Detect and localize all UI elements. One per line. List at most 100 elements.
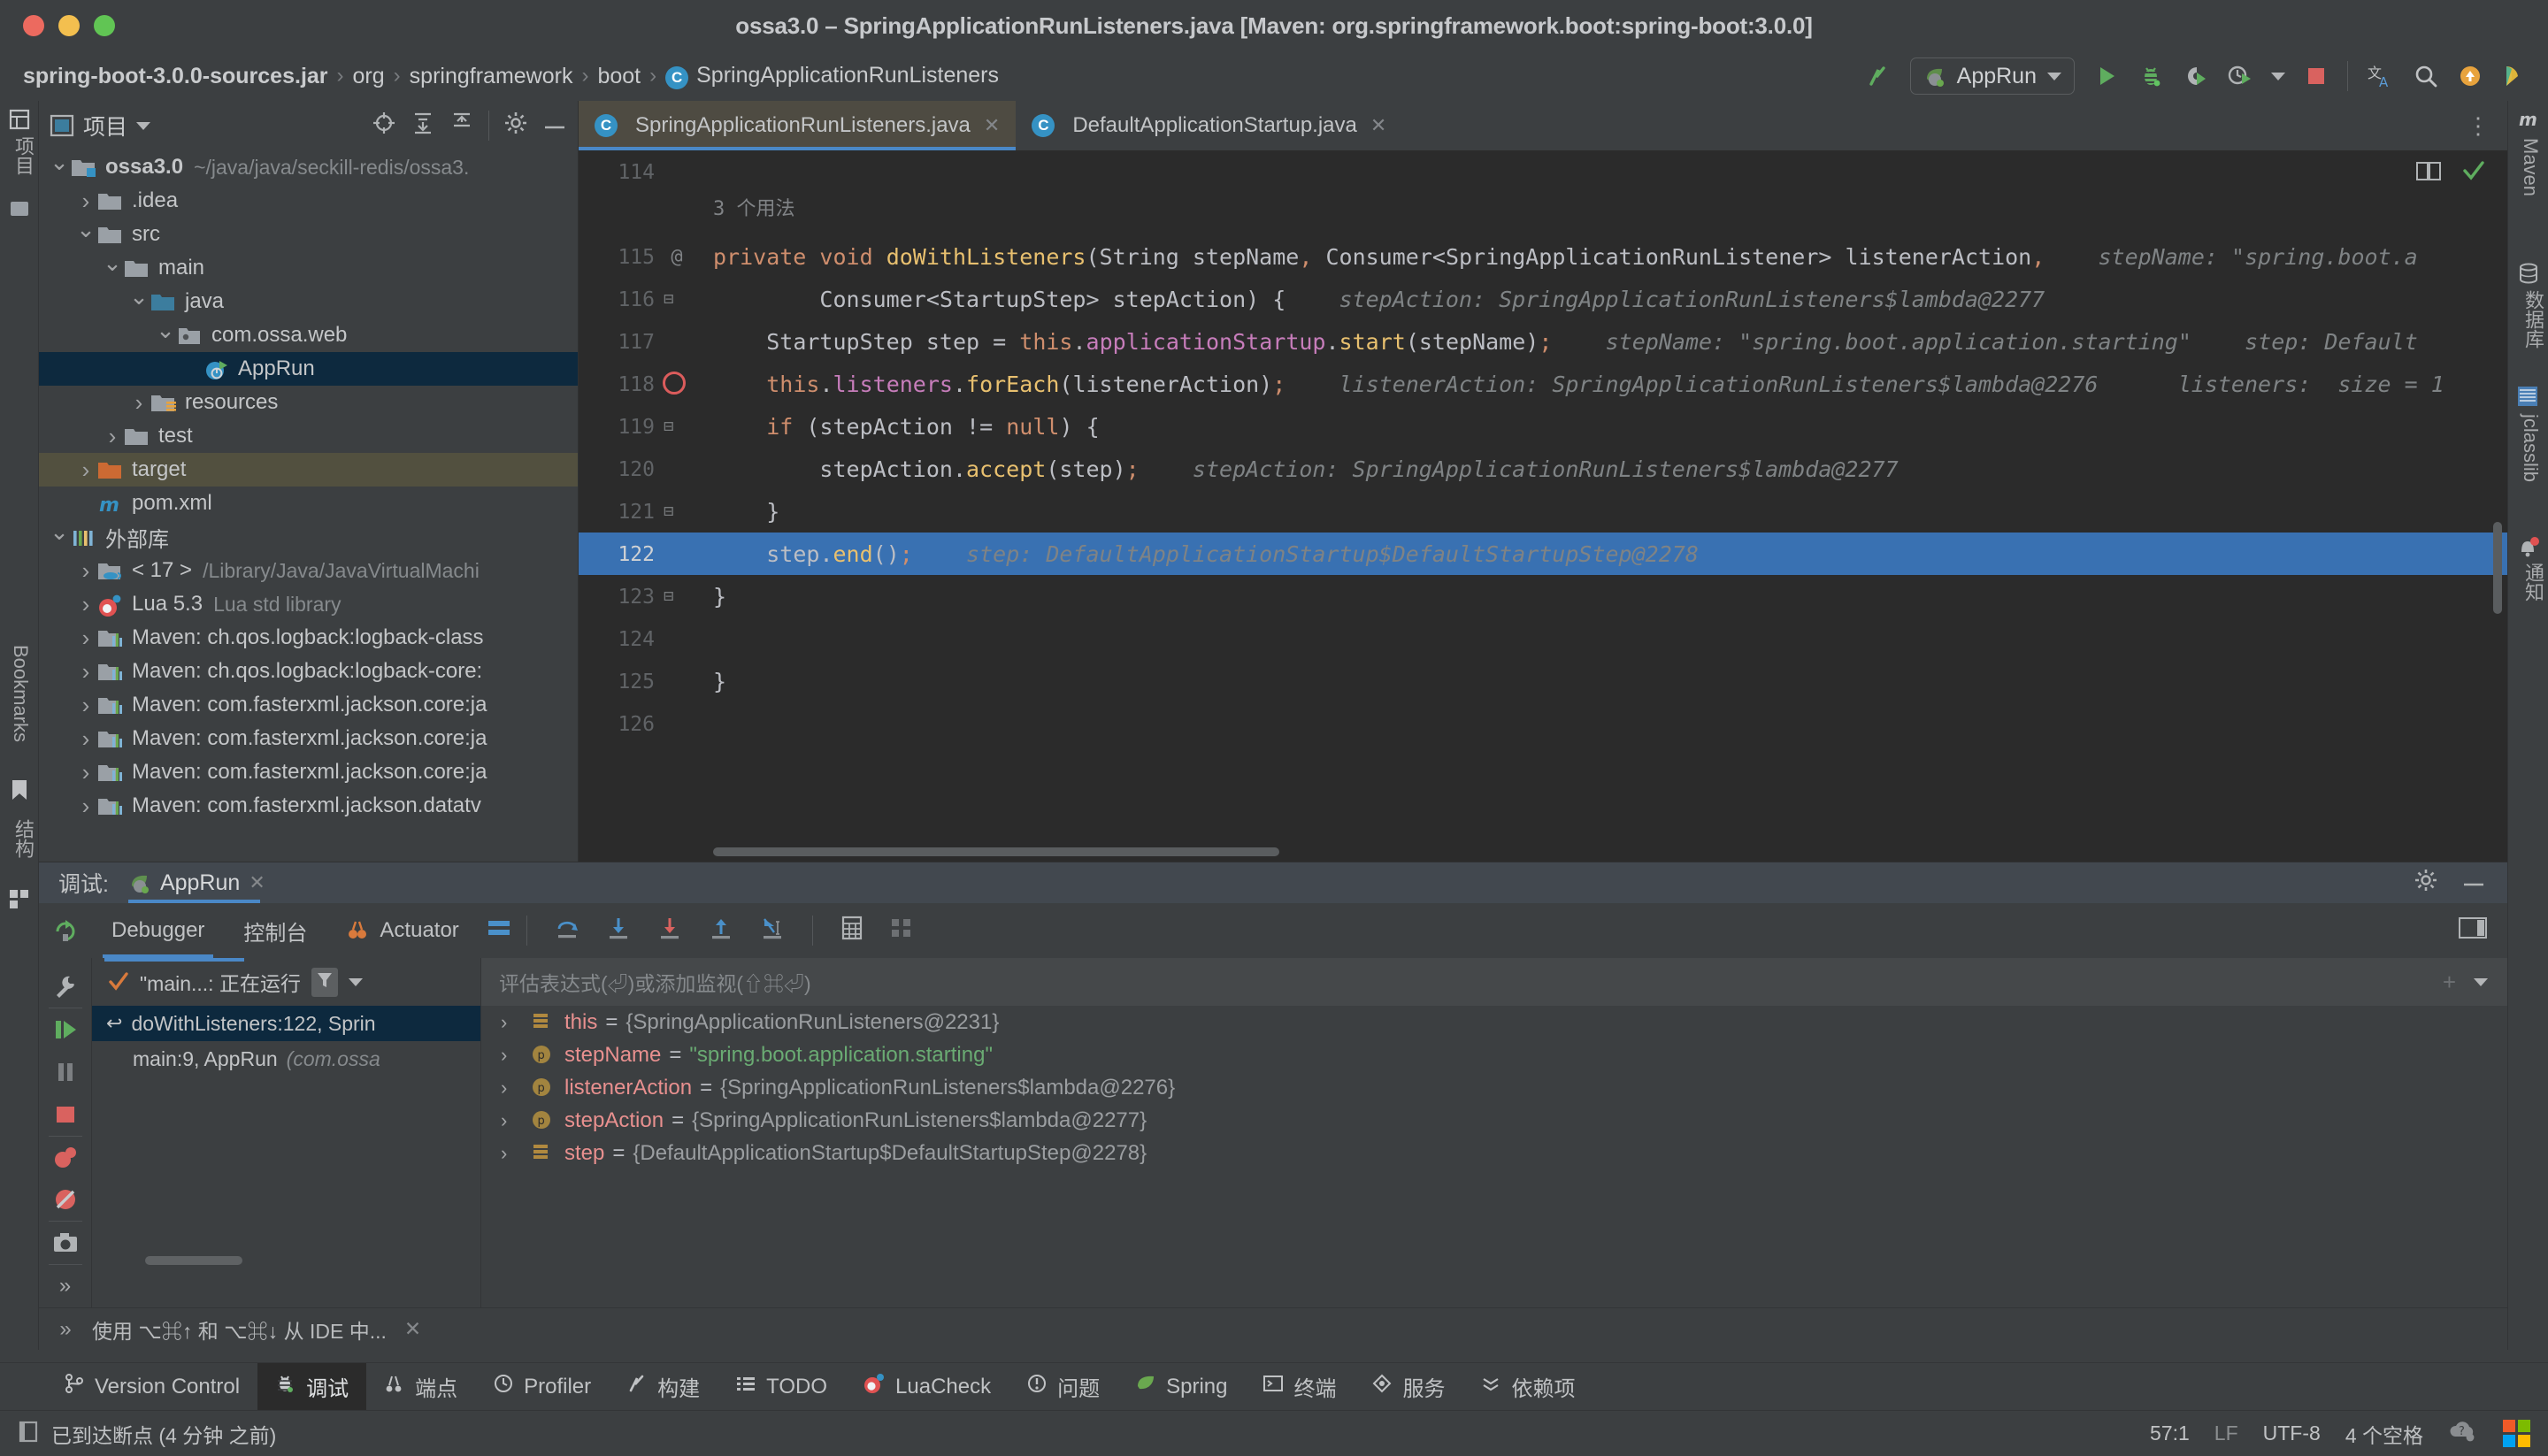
run-to-cursor-icon[interactable] [759, 915, 786, 947]
tree-item-lua-5-3[interactable]: Lua 5.3 Lua std library [39, 587, 578, 621]
close-icon[interactable]: ✕ [1370, 114, 1386, 137]
collapse-all-icon[interactable] [449, 111, 474, 142]
rail-label-database[interactable]: 数据库 [2519, 290, 2547, 349]
settings-gear-icon[interactable] [2414, 868, 2438, 899]
frame-row[interactable]: ↩ doWithListeners:122, Sprin [92, 1006, 480, 1041]
code-line-119[interactable]: 119 ⊟ if (stepAction != null) { [579, 405, 2507, 448]
tree-item-maven-com-fasterxml-jackson-core-ja[interactable]: Maven: com.fasterxml.jackson.core:ja [39, 688, 578, 722]
maven-icon[interactable]: m [2517, 108, 2540, 137]
line-number[interactable]: 120 [579, 458, 655, 481]
rail-label-notifications[interactable]: 通知 [2519, 563, 2547, 602]
run-with-coverage-button[interactable] [2183, 64, 2207, 88]
fold-marker-icon[interactable]: ⊟ [664, 289, 673, 309]
line-number[interactable]: 123 [579, 586, 655, 609]
chevron-right-icon[interactable] [74, 725, 97, 753]
breadcrumb-item-springframework[interactable]: springframework [401, 64, 582, 89]
chevron-right-icon[interactable]: › [501, 1142, 527, 1165]
chevron-right-icon[interactable] [101, 423, 124, 450]
more-actions-icon[interactable]: » [39, 1265, 92, 1307]
code-line-118[interactable]: 118 this.listeners.forEach(listenerActio… [579, 363, 2507, 405]
line-number[interactable]: 119 [579, 416, 655, 439]
expand-all-icon[interactable] [411, 111, 435, 142]
chevron-right-icon[interactable] [74, 188, 97, 215]
bottom-tab--[interactable]: 构建 [609, 1363, 718, 1411]
editor-vertical-scrollbar[interactable] [2493, 522, 2502, 614]
close-icon[interactable]: ✕ [249, 871, 265, 894]
line-separator[interactable]: LF [2214, 1422, 2238, 1445]
bottom-tab--[interactable]: 问题 [1009, 1363, 1117, 1411]
line-number[interactable]: 116 [579, 288, 655, 311]
code-editor[interactable]: 114 3 个用法 115 @ private void doWithListeners… [579, 150, 2507, 862]
step-over-icon[interactable] [554, 915, 580, 947]
select-opened-file-icon[interactable] [372, 111, 396, 142]
line-number[interactable]: 117 [579, 331, 655, 354]
tree-item-maven-com-fasterxml-jackson-core-ja[interactable]: Maven: com.fasterxml.jackson.core:ja [39, 722, 578, 755]
chevron-right-icon[interactable] [74, 456, 97, 484]
stop-icon[interactable] [39, 1093, 92, 1136]
breadcrumb-item-boot[interactable]: boot [588, 64, 649, 89]
chevron-down-icon[interactable] [154, 322, 177, 349]
override-marker-icon[interactable]: @ [664, 246, 690, 268]
tree-item-maven-ch-qos-logback-logback-core-[interactable]: Maven: ch.qos.logback:logback-core: [39, 655, 578, 688]
pause-icon[interactable] [39, 1051, 92, 1093]
breakpoint-icon[interactable] [663, 372, 686, 395]
variable-row[interactable]: › step = {DefaultApplicationStartup$Default… [481, 1137, 2507, 1169]
chevron-right-icon[interactable]: › [501, 1044, 527, 1067]
frames-horizontal-scrollbar[interactable] [145, 1256, 242, 1265]
variable-row[interactable]: › p listenerAction = {SpringApplicationRunLi… [481, 1071, 2507, 1104]
tree-item-com-ossa-web[interactable]: com.ossa.web [39, 318, 578, 352]
database-icon[interactable] [2517, 262, 2540, 291]
step-into-icon[interactable] [605, 915, 632, 947]
translate-icon[interactable]: 文A [2368, 63, 2394, 89]
bottom-tab--[interactable]: 端点 [366, 1363, 475, 1411]
filter-icon[interactable] [311, 967, 338, 997]
chevron-down-icon[interactable] [2474, 977, 2488, 986]
chevron-right-icon[interactable] [74, 793, 97, 820]
rerun-icon[interactable] [39, 917, 92, 944]
thread-selector[interactable]: "main...: 正在运行 [92, 958, 480, 1006]
structure-icon[interactable] [9, 888, 30, 916]
stop-button[interactable] [2305, 65, 2328, 88]
resume-icon[interactable] [39, 1008, 92, 1051]
line-number[interactable]: 124 [579, 628, 655, 651]
bottom-tab-profiler[interactable]: Profiler [475, 1363, 609, 1411]
rail-label-bookmarks[interactable]: Bookmarks [9, 645, 32, 742]
expand-hint-icon[interactable]: » [39, 1317, 92, 1342]
settings-gear-icon[interactable] [503, 111, 528, 142]
tree-item--[interactable]: 外部库 [39, 520, 578, 554]
variable-row[interactable]: › p stepAction = {SpringApplicationRunListen… [481, 1104, 2507, 1137]
update-icon[interactable] [2458, 64, 2483, 88]
microsoft-logo-icon[interactable] [2503, 1420, 2530, 1447]
file-encoding[interactable]: UTF-8 [2263, 1422, 2321, 1445]
code-line-116[interactable]: 116 ⊟ Consumer<StartupStep> stepAction) {… [579, 278, 2507, 320]
tree-item--idea[interactable]: .idea [39, 184, 578, 218]
jclasslib-icon[interactable] [2517, 386, 2538, 413]
chevron-down-icon[interactable] [2271, 72, 2285, 80]
code-line-126[interactable]: 126 [579, 702, 2507, 745]
step-out-icon[interactable] [708, 915, 734, 947]
build-icon[interactable] [1864, 63, 1891, 89]
code-line-124[interactable]: 124 [579, 617, 2507, 660]
rail-item-project[interactable] [6, 106, 33, 139]
chevron-down-icon[interactable] [127, 288, 150, 316]
tree-item-pom-xml[interactable]: m pom.xml [39, 487, 578, 520]
editor-tab-default-application-startup[interactable]: C DefaultApplicationStartup.java ✕ [1016, 101, 1402, 150]
chevron-down-icon[interactable] [74, 221, 97, 249]
code-line-120[interactable]: 120 stepAction.accept(step); stepAction:… [579, 448, 2507, 490]
chevron-down-icon[interactable] [2047, 72, 2061, 80]
ai-cloud-icon[interactable]: ? [2448, 1419, 2478, 1449]
chevron-right-icon[interactable]: › [501, 1011, 527, 1034]
code-line-123[interactable]: 123 ⊟} [579, 575, 2507, 617]
bookmark-icon[interactable] [9, 778, 30, 808]
restore-layout-icon[interactable] [2458, 916, 2507, 946]
code-line-114[interactable]: 114 [579, 150, 2507, 193]
tree-item-maven-ch-qos-logback-logback-class[interactable]: Maven: ch.qos.logback:logback-class [39, 621, 578, 655]
breadcrumb[interactable]: spring-boot-3.0.0-sources.jar › org › sp… [23, 63, 1008, 89]
evaluate-icon[interactable] [840, 916, 864, 946]
line-number[interactable]: 122 [579, 543, 655, 566]
run-button[interactable] [2094, 64, 2119, 88]
line-number[interactable]: 114 [579, 161, 655, 184]
tree-item-apprun[interactable]: AppRun [39, 352, 578, 386]
chevron-right-icon[interactable] [74, 692, 97, 719]
chevron-right-icon[interactable] [74, 658, 97, 686]
